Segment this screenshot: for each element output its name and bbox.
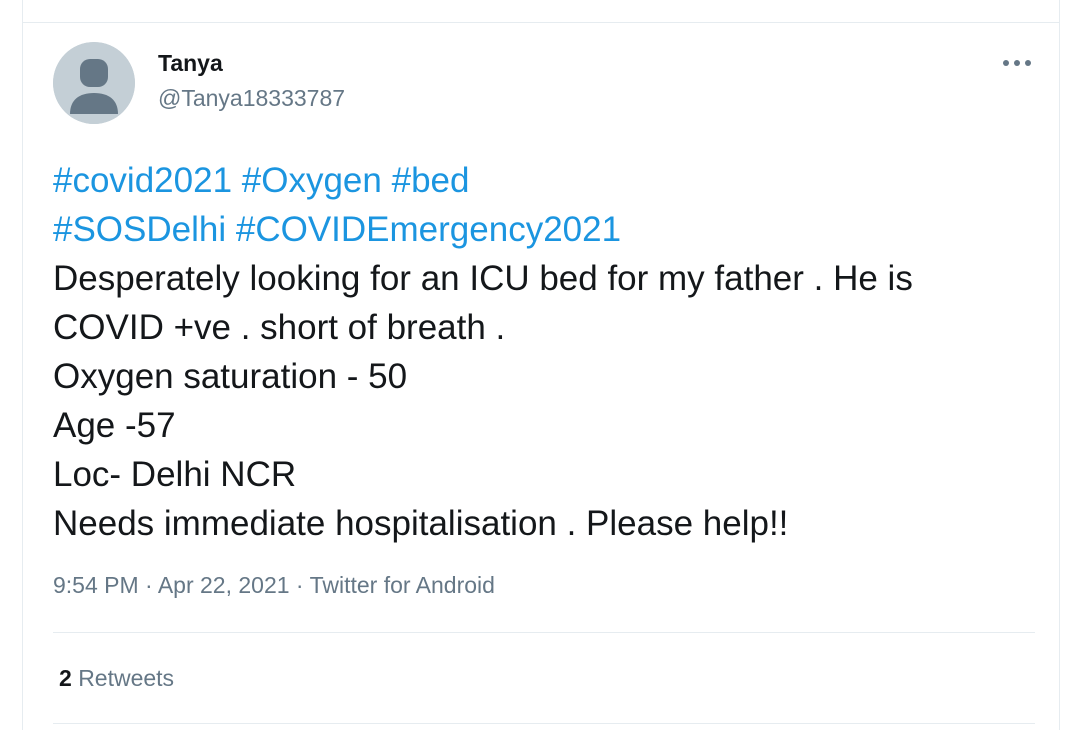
hashtag-link[interactable]: #covid2021 bbox=[53, 161, 232, 200]
retweets-stat[interactable]: 2 Retweets bbox=[59, 665, 174, 692]
stats-divider bbox=[53, 632, 1035, 633]
retweets-label: Retweets bbox=[78, 665, 175, 691]
hashtag-link[interactable]: #Oxygen bbox=[242, 161, 382, 200]
tweet-text-line: Oxygen saturation - 50 bbox=[53, 357, 408, 396]
tweet-text: #covid2021 #Oxygen #bed #SOSDelhi #COVID… bbox=[53, 156, 1043, 548]
top-divider bbox=[23, 22, 1059, 23]
tweet-source[interactable]: Twitter for Android bbox=[310, 572, 495, 598]
default-avatar-icon bbox=[53, 42, 135, 124]
hashtag-line: #SOSDelhi #COVIDEmergency2021 bbox=[53, 205, 1043, 254]
more-options-button[interactable] bbox=[995, 48, 1039, 78]
tweet-meta: 9:54 PM · Apr 22, 2021 · Twitter for And… bbox=[53, 572, 495, 599]
avatar[interactable] bbox=[53, 42, 135, 124]
author-name[interactable]: Tanya bbox=[158, 50, 223, 77]
meta-separator: · bbox=[138, 572, 158, 598]
retweets-count: 2 bbox=[59, 665, 72, 691]
bottom-divider bbox=[53, 723, 1035, 724]
hashtag-link[interactable]: #bed bbox=[392, 161, 470, 200]
hashtag-line: #covid2021 #Oxygen #bed bbox=[53, 156, 1043, 205]
tweet-text-line: Age -57 bbox=[53, 406, 176, 445]
tweet-text-line: Loc- Delhi NCR bbox=[53, 455, 297, 494]
more-horizontal-icon bbox=[1003, 60, 1031, 66]
meta-separator: · bbox=[289, 572, 310, 598]
tweet-text-line: Needs immediate hospitalisation . Please… bbox=[53, 504, 789, 543]
tweet-date[interactable]: Apr 22, 2021 bbox=[158, 572, 290, 598]
tweet-card: Tanya @Tanya18333787 #covid2021 #Oxygen … bbox=[22, 0, 1060, 730]
hashtag-link[interactable]: #COVIDEmergency2021 bbox=[236, 210, 621, 249]
tweet-text-line: COVID +ve . short of breath . bbox=[53, 308, 506, 347]
hashtag-link[interactable]: #SOSDelhi bbox=[53, 210, 226, 249]
tweet-text-line: Desperately looking for an ICU bed for m… bbox=[53, 259, 913, 298]
tweet-time[interactable]: 9:54 PM bbox=[53, 572, 139, 598]
author-handle[interactable]: @Tanya18333787 bbox=[158, 85, 345, 112]
